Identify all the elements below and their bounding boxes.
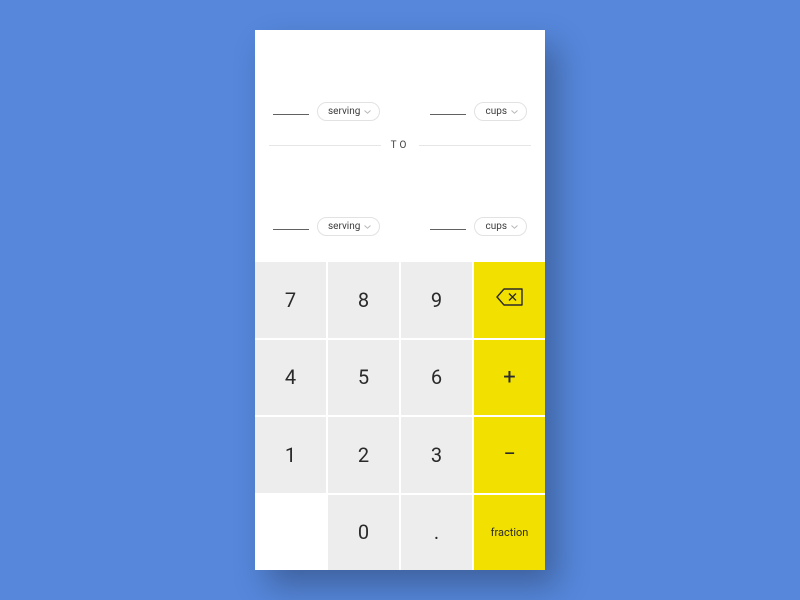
to-serving-input[interactable] — [273, 229, 309, 230]
from-amount-unit-selector[interactable]: cups — [474, 102, 527, 121]
chevron-down-icon — [511, 223, 518, 230]
key-3[interactable]: 3 — [401, 417, 472, 493]
backspace-icon — [496, 287, 524, 312]
from-amount-field: cups — [430, 102, 527, 121]
conversion-panel: serving cups TO — [255, 30, 545, 260]
keypad: 7 8 9 4 5 6 + 1 2 3 − 0 . fraction — [255, 260, 545, 570]
from-serving-field: serving — [273, 102, 380, 121]
chevron-down-icon — [511, 108, 518, 115]
key-5[interactable]: 5 — [328, 340, 399, 416]
key-1[interactable]: 1 — [255, 417, 326, 493]
to-amount-unit-selector[interactable]: cups — [474, 217, 527, 236]
from-serving-unit-label: serving — [328, 106, 360, 117]
chevron-down-icon — [364, 108, 371, 115]
to-amount-unit-label: cups — [485, 221, 507, 232]
to-serving-unit-selector[interactable]: serving — [317, 217, 380, 236]
calculator-card: serving cups TO — [255, 30, 545, 570]
chevron-down-icon — [364, 223, 371, 230]
from-serving-unit-selector[interactable]: serving — [317, 102, 380, 121]
key-2[interactable]: 2 — [328, 417, 399, 493]
key-0[interactable]: 0 — [328, 495, 399, 571]
from-serving-input[interactable] — [273, 114, 309, 115]
key-6[interactable]: 6 — [401, 340, 472, 416]
from-row: serving cups — [255, 30, 545, 145]
key-backspace[interactable] — [474, 262, 545, 338]
to-amount-input[interactable] — [430, 229, 466, 230]
to-amount-field: cups — [430, 217, 527, 236]
key-9[interactable]: 9 — [401, 262, 472, 338]
to-row: serving cups — [255, 145, 545, 260]
key-7[interactable]: 7 — [255, 262, 326, 338]
key-dot[interactable]: . — [401, 495, 472, 571]
from-amount-input[interactable] — [430, 114, 466, 115]
key-8[interactable]: 8 — [328, 262, 399, 338]
to-serving-field: serving — [273, 217, 380, 236]
to-label: TO — [381, 140, 420, 151]
key-blank — [255, 495, 326, 571]
to-serving-unit-label: serving — [328, 221, 360, 232]
key-fraction[interactable]: fraction — [474, 495, 545, 571]
key-4[interactable]: 4 — [255, 340, 326, 416]
key-minus[interactable]: − — [474, 417, 545, 493]
key-plus[interactable]: + — [474, 340, 545, 416]
from-amount-unit-label: cups — [485, 106, 507, 117]
